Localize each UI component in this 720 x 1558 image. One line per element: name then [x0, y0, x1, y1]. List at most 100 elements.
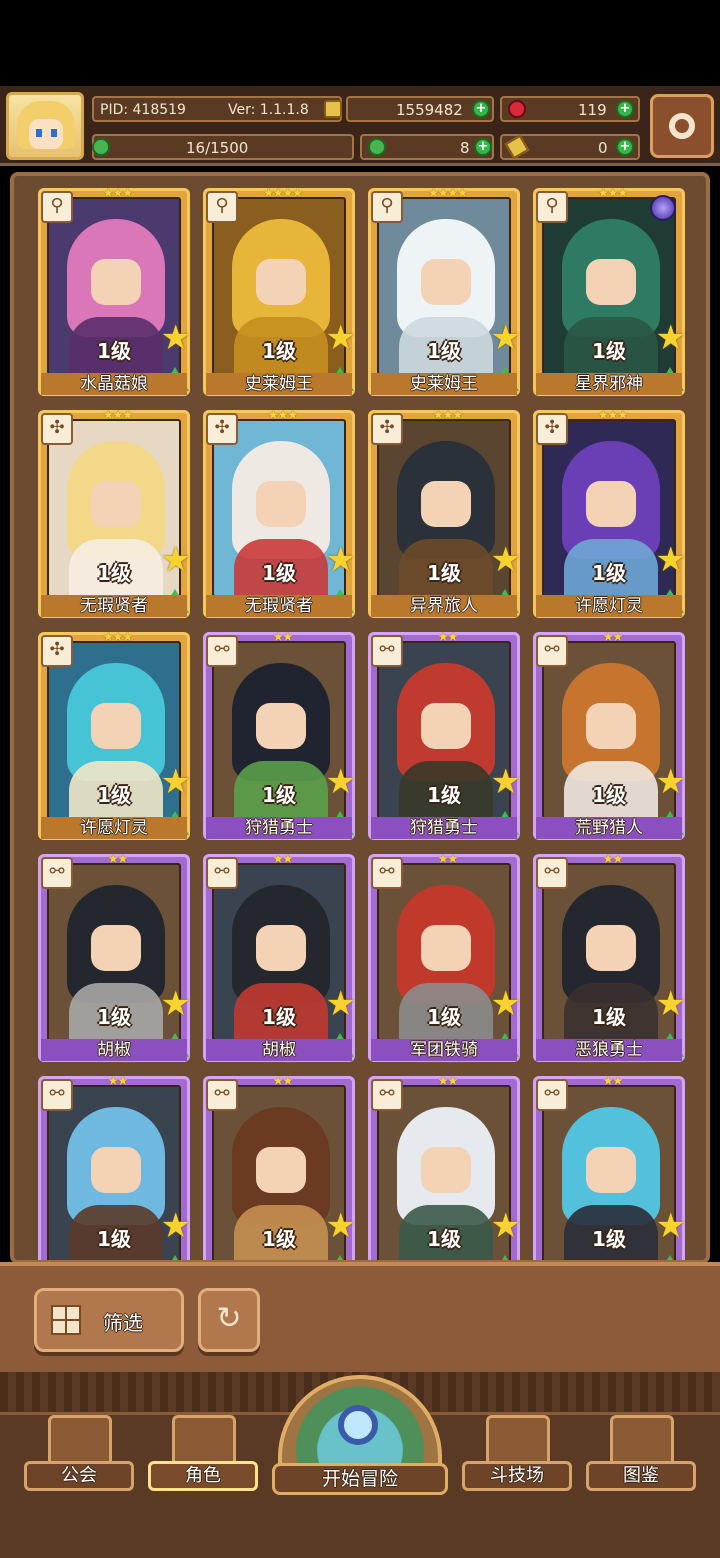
start-adventure-label: 开始冒险 [272, 1463, 448, 1495]
star-upgrade-icon: ★ [655, 984, 686, 1024]
avatar-eye [51, 129, 57, 137]
star-upgrade-icon: ★ [160, 762, 191, 802]
star-upgrade-icon: ★ [490, 984, 521, 1024]
rarity-stars: ★★★ [102, 186, 134, 201]
class-badge-icon: ⚲ [371, 191, 403, 223]
avatar-eye [36, 129, 42, 137]
star-upgrade-icon: ★ [655, 762, 686, 802]
portrait-face [256, 925, 306, 971]
character-card[interactable]: ✣ ★★★ 1级 ★ 无瑕贤者 [38, 409, 191, 618]
class-badge-icon: ✣ [371, 413, 403, 445]
character-card[interactable]: ⚲ ★★★★ 1级 ★ 史莱姆王 [203, 187, 356, 396]
character-card[interactable]: ⚯ ★★ 1级 ★ [368, 1074, 521, 1260]
character-card[interactable]: ⚯ ★★ 1级 ★ 荒野猎人 [533, 631, 686, 840]
portrait-face [91, 481, 141, 527]
rarity-stars: ★★ [272, 630, 293, 645]
character-name: 军团铁骑 [371, 1039, 517, 1061]
star-upgrade-icon: ★ [325, 762, 356, 802]
portrait-face [256, 1147, 306, 1193]
start-adventure-button[interactable]: 开始冒险 [272, 1375, 448, 1505]
character-card[interactable]: ✣ ★★★ 1级 ★ 许愿灯灵 [533, 409, 686, 618]
ruby-gem-icon [508, 100, 526, 118]
class-badge-icon: ⚯ [206, 857, 238, 889]
character-name: 异界旅人 [371, 595, 517, 617]
class-badge-icon: ⚯ [371, 635, 403, 667]
character-card[interactable]: ⚯ ★★ 1级 ★ 胡椒 [38, 853, 191, 1062]
add-tickets-plus-icon[interactable]: + [616, 138, 634, 156]
character-card[interactable]: ⚲ ★★★ 1级 ★ 星界邪神 [533, 186, 686, 396]
portrait-face [421, 703, 471, 749]
class-badge-icon: ⚯ [206, 1079, 238, 1111]
clover-panel: 8 + [360, 134, 494, 160]
filter-button[interactable]: 筛选 [34, 1288, 184, 1352]
rarity-stars: ★★★ [102, 630, 134, 645]
rarity-stars: ★★★★ [427, 186, 469, 201]
character-card[interactable]: ⚯ ★★ 1级 ★ 狩猎勇士 [368, 630, 521, 840]
rarity-stars: ★★★ [267, 408, 299, 423]
character-name: 星界邪神 [536, 373, 682, 395]
player-info-panel: PID: 418519 Ver: 1.1.1.8 [92, 96, 342, 122]
character-name: 史莱姆王 [206, 373, 352, 395]
portrait-face [586, 703, 636, 749]
character-card[interactable]: ✣ ★★★ 1级 ★ 异界旅人 [368, 409, 521, 618]
nav-guild[interactable]: 公会 [24, 1415, 134, 1505]
version-text: Ver: 1.1.1.8 [228, 102, 309, 118]
rarity-stars: ★★★ [597, 186, 629, 201]
player-avatar[interactable] [6, 92, 84, 160]
rarity-stars: ★★ [437, 630, 458, 645]
magnifier-icon [338, 1405, 378, 1445]
star-upgrade-icon: ★ [160, 1206, 191, 1246]
character-name: 许愿灯灵 [536, 595, 682, 617]
character-card[interactable]: ⚯ ★★ 1级 ★ [533, 1075, 686, 1260]
star-upgrade-icon: ★ [325, 540, 356, 580]
character-card[interactable]: ⚯ ★★ 1级 ★ [203, 1074, 356, 1260]
character-name: 狩猎勇士 [371, 817, 517, 839]
nav-guild-label: 公会 [24, 1461, 134, 1491]
character-name: 胡椒 [206, 1039, 352, 1061]
class-badge-icon: ✣ [41, 635, 73, 667]
coin-stack-icon [324, 100, 342, 118]
portrait-face [586, 259, 636, 305]
character-card[interactable]: ⚯ ★★ 1级 ★ [38, 1074, 191, 1260]
refresh-icon: ↻ [216, 1301, 242, 1336]
class-badge-icon: ⚯ [41, 1079, 73, 1111]
character-card[interactable]: ⚲ ★★★★ 1级 ★ 史莱姆王 [368, 186, 521, 396]
add-coins-plus-icon[interactable]: + [472, 100, 490, 118]
character-card[interactable]: ✣ ★★★ 1级 ★ 许愿灯灵 [38, 630, 191, 840]
rarity-stars: ★★ [107, 1074, 128, 1089]
rarity-stars: ★★ [272, 1074, 293, 1089]
portrait-face [586, 1147, 636, 1193]
rarity-stars: ★★ [437, 852, 458, 867]
settings-button[interactable] [650, 94, 714, 158]
nav-arena[interactable]: 斗技场 [462, 1415, 572, 1505]
player-id: PID: 418519 [100, 102, 186, 118]
refresh-button[interactable]: ↻ [198, 1288, 260, 1352]
class-badge-icon: ⚯ [536, 635, 568, 667]
character-card[interactable]: ⚯ ★★ 1级 ★ 军团铁骑 [368, 852, 521, 1062]
character-card[interactable]: ⚯ ★★ 1级 ★ 恶狼勇士 [533, 852, 686, 1062]
character-card[interactable]: ⚲ ★★★ 1级 ★ 水晶菇娘 [38, 186, 191, 396]
add-gems-plus-icon[interactable]: + [616, 100, 634, 118]
class-badge-icon: ⚯ [41, 857, 73, 889]
portrait-face [421, 259, 471, 305]
rarity-stars: ★★ [437, 1074, 458, 1089]
class-badge-icon: ⚯ [206, 635, 238, 667]
star-upgrade-icon: ★ [655, 318, 686, 358]
character-name: 胡椒 [41, 1039, 187, 1061]
element-orb-icon [650, 195, 676, 221]
class-badge-icon: ✣ [41, 413, 73, 445]
add-clovers-plus-icon[interactable]: + [474, 138, 492, 156]
character-card[interactable]: ⚯ ★★ 1级 ★ 胡椒 [203, 853, 356, 1062]
grid-icon [51, 1305, 81, 1335]
star-upgrade-icon: ★ [160, 540, 191, 580]
resource-header: PID: 418519 Ver: 1.1.1.8 1559482 + 119 +… [0, 86, 720, 166]
character-card[interactable]: ⚯ ★★ 1级 ★ 狩猎勇士 [203, 630, 356, 840]
nav-codex[interactable]: 图鉴 [586, 1415, 696, 1505]
nav-characters[interactable]: 角色 [148, 1415, 258, 1505]
character-card[interactable]: ✣ ★★★ 1级 ★ 无瑕贤者 [203, 408, 356, 618]
star-upgrade-icon: ★ [490, 762, 521, 802]
nav-arena-label: 斗技场 [462, 1461, 572, 1491]
nav-characters-label: 角色 [148, 1461, 258, 1491]
rarity-stars: ★★ [602, 852, 623, 867]
filter-label: 筛选 [103, 1311, 143, 1335]
